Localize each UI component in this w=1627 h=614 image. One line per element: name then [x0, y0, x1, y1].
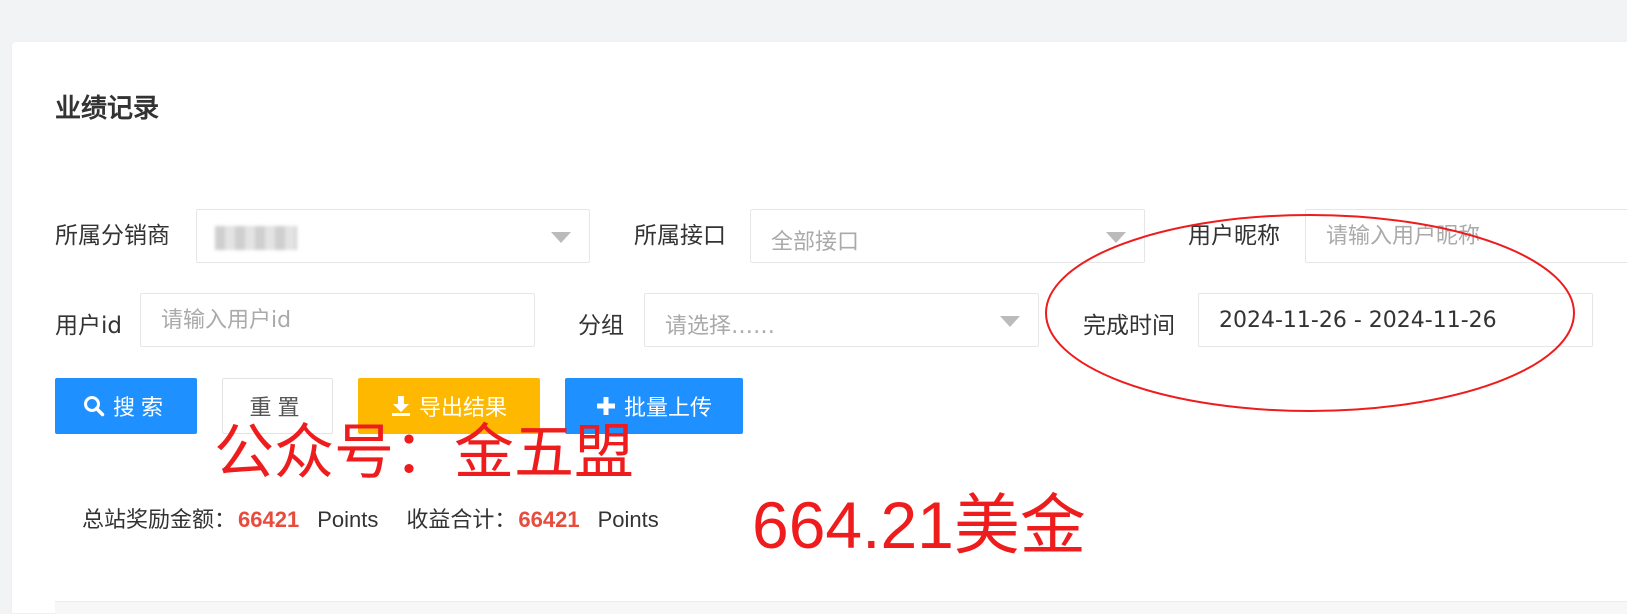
user-id-label: 用户id	[55, 313, 122, 339]
chevron-down-icon	[1000, 316, 1020, 327]
search-icon	[83, 396, 105, 417]
group-label: 分组	[578, 313, 624, 339]
annotation-ellipse	[1045, 214, 1575, 412]
amount-annotation: 664.21美金	[752, 488, 1086, 562]
income-unit: Points	[597, 507, 659, 532]
distributor-select[interactable]	[196, 209, 590, 263]
distributor-label: 所属分销商	[55, 223, 170, 249]
watermark-annotation: 公众号：金五盟	[214, 418, 634, 488]
search-button-label: 搜索	[112, 396, 169, 421]
income-value: 66421	[518, 507, 580, 532]
user-id-field[interactable]	[140, 293, 535, 347]
batch-upload-button-label: 批量上传	[623, 396, 712, 421]
blurred-distributor-value	[215, 226, 297, 250]
group-select-placeholder: 请选择……	[665, 314, 776, 339]
income-label: 收益合计：	[406, 508, 517, 533]
interface-label: 所属接口	[634, 223, 726, 249]
search-button[interactable]: 搜索	[55, 378, 197, 434]
stats-summary: 总站奖励金额：66421 Points 收益合计：66421 Points	[82, 502, 687, 534]
table-header-edge	[55, 601, 1627, 614]
group-select[interactable]: 请选择……	[644, 293, 1039, 347]
interface-select-value: 全部接口	[771, 230, 860, 255]
chevron-down-icon	[551, 232, 571, 243]
user-id-input[interactable]	[161, 308, 514, 333]
page-title: 业绩记录	[55, 94, 160, 124]
reward-unit: Points	[317, 507, 379, 532]
reward-value: 66421	[238, 507, 300, 532]
reward-label: 总站奖励金额：	[82, 508, 237, 533]
